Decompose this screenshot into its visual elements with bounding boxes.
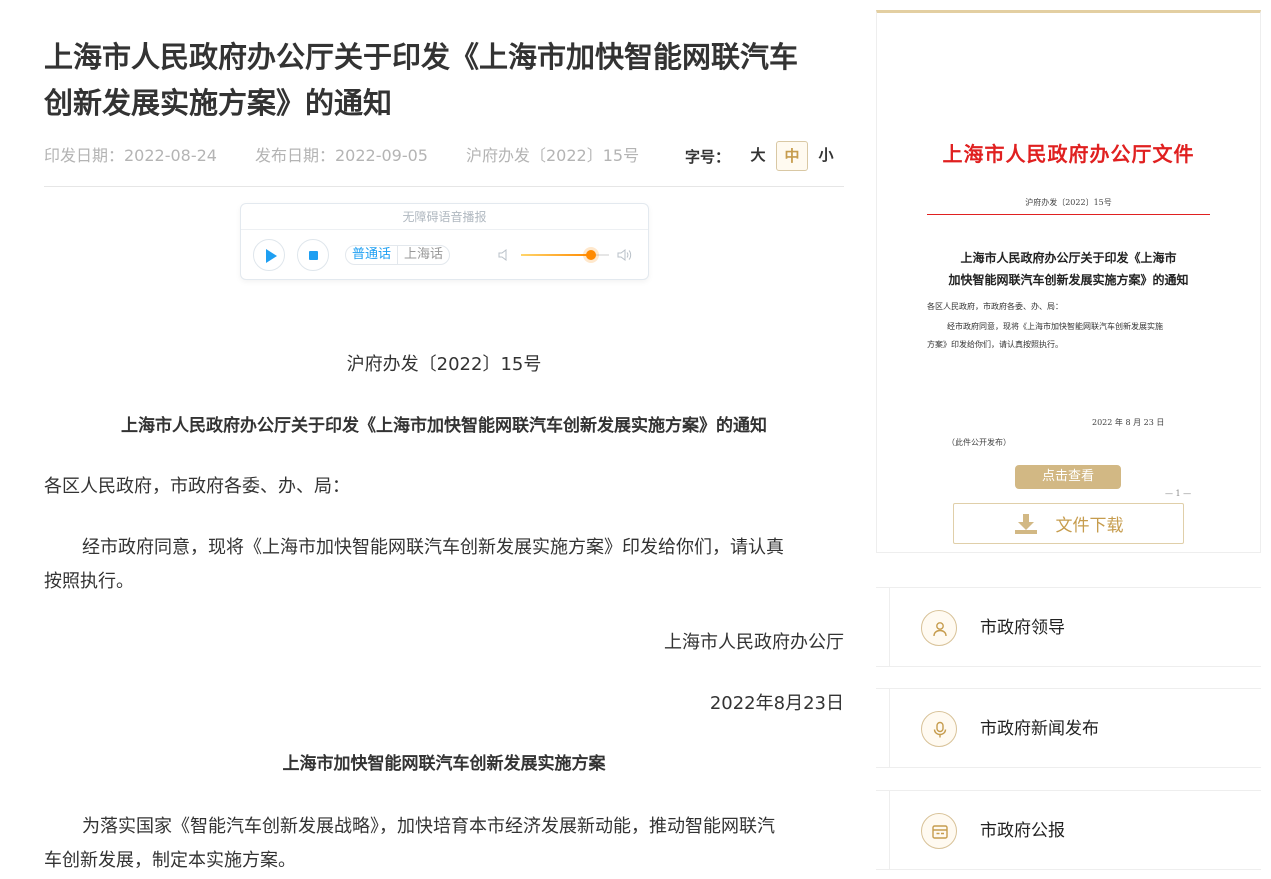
doc-preview-salutation: 各区人民政府，市政府各委、办、局： [927, 302, 1063, 311]
play-button[interactable] [253, 239, 285, 271]
doc-preview-title: 上海市人民政府办公厅关于印发《上海市 加快智能网联汽车创新发展实施方案》的通知 [927, 247, 1210, 291]
stop-button[interactable] [297, 239, 329, 271]
doc-preview-body-line2: 方案》印发给你们，请认真按照执行。 [927, 340, 1063, 349]
paragraph-1-line1: 经市政府同意，现将《上海市加快智能网联汽车创新发展实施方案》印发给你们，请认真 [82, 537, 784, 558]
doc-preview-date: 2022 年 8 月 23 日 [1092, 418, 1165, 427]
doc-number: 沪府办发〔2022〕15号 [466, 146, 640, 165]
volume-slider-fill [521, 254, 592, 256]
bulletin-icon [932, 825, 948, 839]
paragraph-2-line2: 车创新发展，制定本实施方案。 [44, 850, 296, 871]
sidebar-item-gazette[interactable]: 市政府公报 [876, 790, 1261, 870]
paragraph-2-line1: 为落实国家《智能汽车创新发展战略》，加快培育本市经济发展新动能，推动智能网联汽 [82, 816, 775, 837]
doc-preview-publish-note: （此件公开发布） [947, 438, 1011, 447]
publish-date: 发布日期：2022-09-05 [255, 146, 428, 165]
doc-preview-red-line [927, 214, 1210, 215]
font-size-label: 字号： [684, 147, 730, 166]
lang-shanghai-tab[interactable]: 上海话 [398, 246, 449, 264]
view-document-button[interactable]: 点击查看 [1015, 465, 1121, 489]
document-preview-page[interactable]: 上海市人民政府办公厅文件 沪府办发〔2022〕15号 上海市人民政府办公厅关于印… [927, 125, 1210, 505]
audio-player: 无障碍语音播报 普通话 上海话 [240, 203, 649, 280]
sidebar-item-leaders[interactable]: 市政府领导 [876, 587, 1261, 667]
file-download-label: 文件下载 [1055, 516, 1124, 536]
notice-title: 上海市人民政府办公厅关于印发《上海市加快智能网联汽车创新发展实施方案》的通知 [121, 416, 767, 436]
font-size-large-button[interactable]: 大 [742, 141, 774, 171]
paragraph-2: 为落实国家《智能汽车创新发展战略》，加快培育本市经济发展新动能，推动智能网联汽 … [44, 810, 844, 878]
lang-mandarin-tab[interactable]: 普通话 [346, 246, 399, 264]
paragraph-1-line2: 按照执行。 [44, 571, 134, 592]
language-switch: 普通话 上海话 [345, 245, 451, 265]
salutation: 各区人民政府，市政府各委、办、局： [44, 476, 350, 497]
microphone-icon [933, 721, 947, 738]
doc-preview-header: 上海市人民政府办公厅文件 [942, 142, 1195, 166]
font-size-small-button[interactable]: 小 [810, 141, 842, 171]
signer: 上海市人民政府办公厅 [664, 632, 844, 653]
doc-preview-title-line1: 上海市人民政府办公厅关于印发《上海市 [960, 251, 1177, 265]
doc-preview-body-line1: 经市政府同意，现将《上海市加快智能网联汽车创新发展实施 [947, 322, 1163, 331]
doc-preview-page-number: — 1 — [1165, 489, 1192, 498]
volume-low-icon[interactable] [497, 247, 513, 263]
volume-slider[interactable] [521, 250, 609, 260]
doc-preview-number: 沪府办发〔2022〕15号 [1025, 198, 1112, 207]
download-icon [1014, 513, 1037, 534]
sidebar-item-label: 市政府公报 [980, 821, 1065, 841]
volume-slider-knob[interactable] [586, 250, 597, 260]
sidebar-item-news-release[interactable]: 市政府新闻发布 [876, 688, 1261, 768]
paragraph-1: 经市政府同意，现将《上海市加快智能网联汽车创新发展实施方案》印发给你们，请认真 … [44, 531, 844, 599]
plan-title: 上海市加快智能网联汽车创新发展实施方案 [282, 754, 606, 774]
font-size-switcher: 字号： 大 中 小 [685, 140, 842, 172]
volume-high-icon[interactable] [617, 247, 633, 263]
article-title-line1: 上海市人民政府办公厅关于印发《上海市加快智能网联汽车 [44, 40, 799, 74]
audio-player-title: 无障碍语音播报 [241, 204, 648, 230]
sidebar-item-label: 市政府新闻发布 [980, 719, 1099, 739]
issue-date: 印发日期：2022-08-24 [44, 146, 217, 165]
article-title: 上海市人民政府办公厅关于印发《上海市加快智能网联汽车 创新发展实施方案》的通知 [44, 34, 844, 126]
signing-date: 2022年8月23日 [709, 693, 844, 714]
content-doc-number: 沪府办发〔2022〕15号 [346, 354, 542, 375]
sidebar-item-label: 市政府领导 [980, 618, 1065, 638]
doc-preview-title-line2: 加快智能网联汽车创新发展实施方案》的通知 [948, 273, 1189, 287]
article-meta: 印发日期：2022-08-24 发布日期：2022-09-05 沪府办发〔202… [44, 140, 844, 172]
file-download-button[interactable]: 文件下载 [953, 503, 1184, 544]
font-size-medium-button[interactable]: 中 [776, 141, 808, 171]
meta-divider [44, 186, 844, 187]
article-title-line2: 创新发展实施方案》的通知 [44, 86, 393, 120]
person-icon [933, 622, 947, 637]
